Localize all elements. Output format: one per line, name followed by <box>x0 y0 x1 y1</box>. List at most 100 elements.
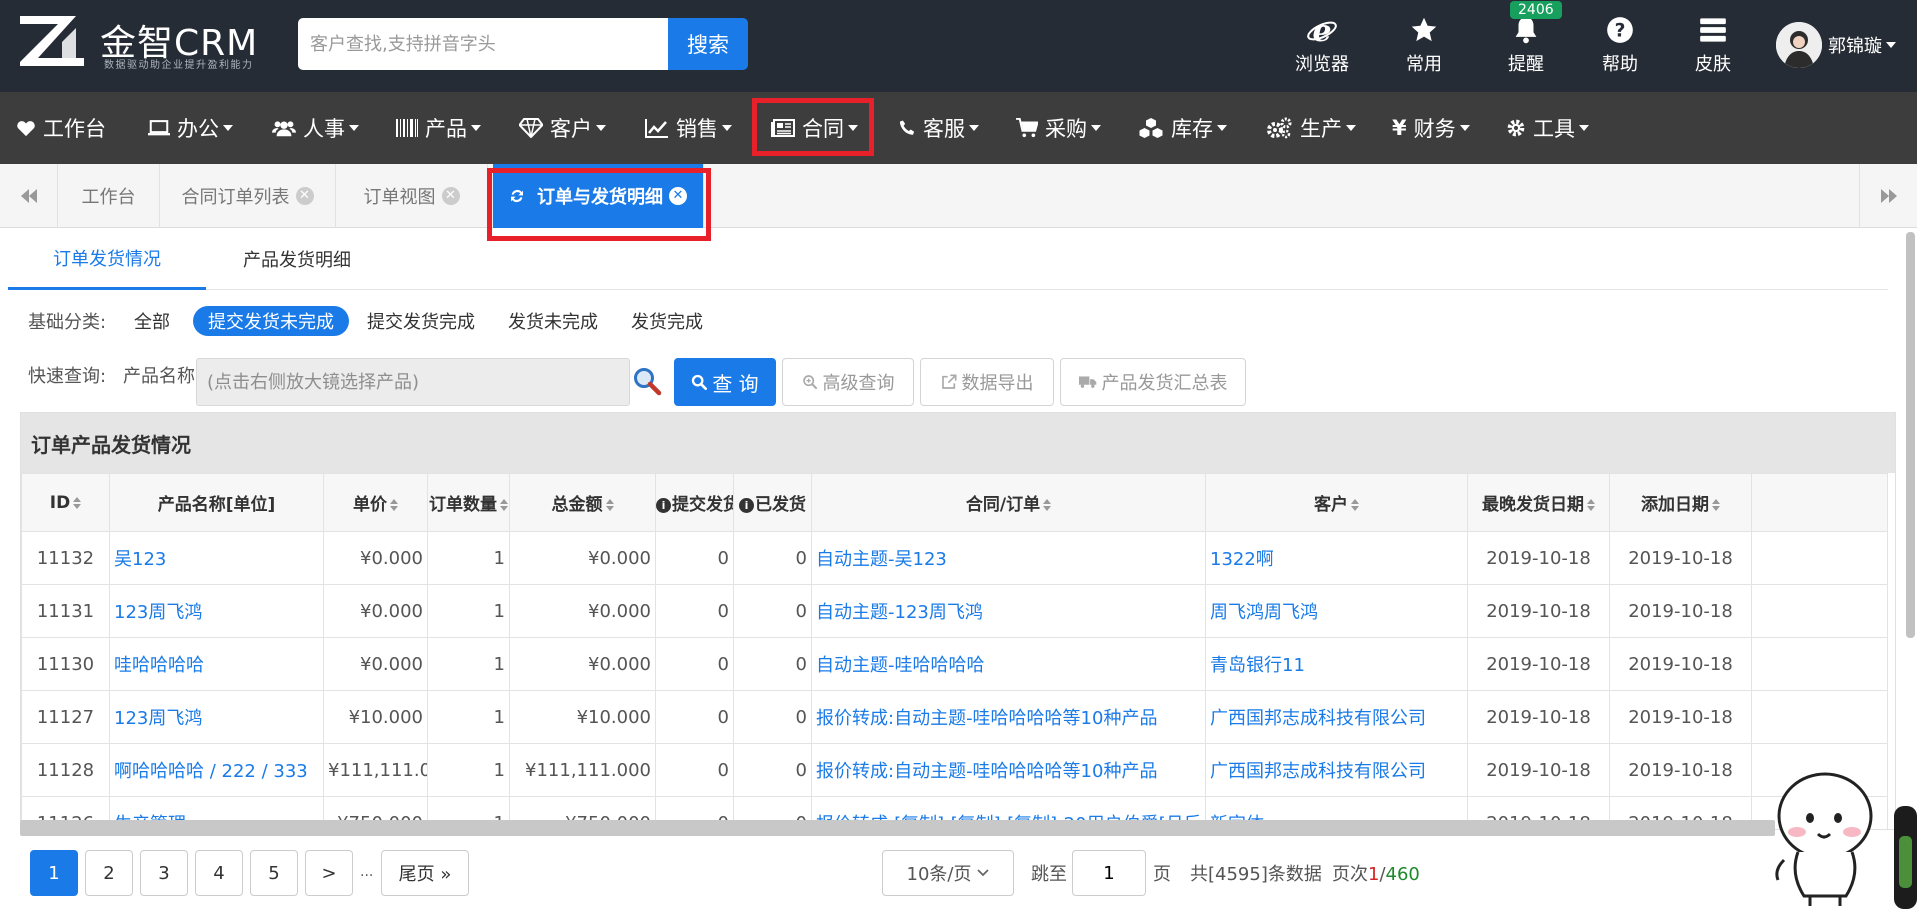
table-row[interactable]: 11132 吴123 ¥0.000 1 ¥0.000 0 0 自动主题-吴123 1322啊 20… <box>21 531 1888 585</box>
cell-customer[interactable]: 1322啊 <box>1205 531 1468 585</box>
shipping-summary-button[interactable]: 产品发货汇总表 <box>1060 358 1246 406</box>
col-header-product[interactable]: 产品名称[单位] <box>109 473 324 532</box>
col-header-price[interactable]: 单价 <box>323 473 428 532</box>
cell-customer[interactable]: 广西国邦志成科技有限公司 <box>1205 690 1468 744</box>
order-shipping-table: ID 产品名称[单位] 单价 订单数量 总金额 i 提交发货 i 已发货 合同/订单… <box>21 473 1888 829</box>
favorites-button[interactable]: 常用 <box>1384 10 1464 82</box>
search-button[interactable]: 搜索 <box>668 18 748 70</box>
cell-qty: 1 <box>427 743 510 797</box>
col-header-total[interactable]: 总金额 <box>509 473 656 532</box>
cell-product[interactable]: 啊哈哈哈哈 / 222 / 333 <box>109 743 324 797</box>
cell-contract[interactable]: 自动主题-哇哈哈哈哈 <box>811 637 1206 691</box>
cell-product[interactable]: 123周飞鸿 <box>109 690 324 744</box>
tab-workbench[interactable]: 工作台 <box>58 164 160 228</box>
nav-item-finance[interactable]: ¥ 财务 <box>1392 92 1470 164</box>
magnifier-search-icon[interactable] <box>632 366 662 396</box>
subtab-order-shipping-status[interactable]: 订单发货情况 <box>8 228 206 290</box>
cell-product[interactable]: 吴123 <box>109 531 324 585</box>
table-row[interactable]: 11130 哇哈哈哈哈 ¥0.000 1 ¥0.000 0 0 自动主题-哇哈哈哈哈 青岛银行1… <box>21 637 1888 691</box>
page-2-button[interactable]: 2 <box>85 850 133 896</box>
col-header-contract[interactable]: 合同/订单 <box>811 473 1206 532</box>
help-button[interactable]: ? 帮助 <box>1580 10 1660 82</box>
users-icon <box>272 119 296 137</box>
advanced-query-button[interactable]: 高级查询 <box>782 358 914 406</box>
skin-button[interactable]: 皮肤 <box>1673 10 1753 82</box>
tabs-scroll-left-button[interactable] <box>0 164 58 228</box>
table-row[interactable]: 11127 123周飞鸿 ¥10.000 1 ¥10.000 0 0 报价转成:自动主题-哇哈… <box>21 690 1888 744</box>
table-row[interactable]: 11131 123周飞鸿 ¥0.000 1 ¥0.000 0 0 自动主题-123周飞鸿 周飞鸿… <box>21 584 1888 638</box>
filter-shipping-complete[interactable]: 发货完成 <box>622 306 712 336</box>
query-button[interactable]: 查 询 <box>674 358 776 406</box>
nav-item-product[interactable]: 产品 <box>396 92 481 164</box>
tabs-scroll-right-button[interactable] <box>1859 164 1917 228</box>
tab-order-view[interactable]: 订单视图 ✕ <box>336 164 488 228</box>
cell-product[interactable]: 哇哈哈哈哈 <box>109 637 324 691</box>
subtab-product-shipping-detail[interactable]: 产品发货明细 <box>206 228 388 290</box>
col-header-customer[interactable]: 客户 <box>1205 473 1468 532</box>
nav-item-production[interactable]: 生产 <box>1267 92 1356 164</box>
nav-item-workbench[interactable]: 工作台 <box>16 92 106 164</box>
jump-page-input[interactable] <box>1072 850 1146 896</box>
col-header-qty[interactable]: 订单数量 <box>427 473 510 532</box>
nav-label: 客服 <box>923 117 965 141</box>
cell-customer[interactable]: 周飞鸿周飞鸿 <box>1205 584 1468 638</box>
cell-contract[interactable]: 报价转成:自动主题-哇哈哈哈哈等10种产品 <box>811 690 1206 744</box>
sort-icon <box>500 499 508 511</box>
col-header-label: 订单数量 <box>429 495 497 515</box>
customer-search-input[interactable] <box>298 18 668 70</box>
nav-item-inventory[interactable]: 库存 <box>1138 92 1227 164</box>
mascot-character-image[interactable] <box>1770 760 1880 908</box>
sort-icon <box>390 499 398 511</box>
nav-label: 办公 <box>177 117 219 141</box>
cell-product[interactable]: 123周飞鸿 <box>109 584 324 638</box>
nav-item-office[interactable]: 办公 <box>148 92 233 164</box>
nav-item-customer[interactable]: 客户 <box>519 92 606 164</box>
nav-item-hr[interactable]: 人事 <box>272 92 359 164</box>
tab-contract-order-list[interactable]: 合同订单列表 ✕ <box>160 164 336 228</box>
user-menu[interactable]: 郭锦璇 <box>1776 20 1896 70</box>
nav-item-purchase[interactable]: 采购 <box>1016 92 1101 164</box>
page-size-select[interactable]: 10条/页 <box>882 850 1014 896</box>
filter-submitted-incomplete[interactable]: 提交发货未完成 <box>193 306 349 336</box>
page-3-button[interactable]: 3 <box>140 850 188 896</box>
table-row[interactable]: 11128啊哈哈哈哈 / 222 / 333¥111,111.0001¥111,… <box>21 743 1888 797</box>
cell-customer[interactable]: 广西国邦志成科技有限公司 <box>1205 743 1468 797</box>
nav-item-service[interactable]: 客服 <box>898 92 979 164</box>
horizontal-scrollbar[interactable] <box>20 820 1775 836</box>
cell-contract[interactable]: 报价转成:自动主题-哇哈哈哈哈等10种产品 <box>811 743 1206 797</box>
col-header-latest-date[interactable]: 最晚发货日期 <box>1467 473 1610 532</box>
info-icon[interactable]: i <box>739 497 754 513</box>
cell-id: 11131 <box>21 584 110 638</box>
product-name-input[interactable] <box>196 358 630 406</box>
page-5-button[interactable]: 5 <box>250 850 298 896</box>
page-size-value: 10条/页 <box>906 864 972 885</box>
filter-submitted-complete[interactable]: 提交发货完成 <box>360 306 482 336</box>
logo[interactable]: 金智CRM 数据驱动助企业提升盈利能力 <box>16 12 296 74</box>
nav-item-sales[interactable]: 销售 <box>645 92 732 164</box>
cell-customer[interactable]: 青岛银行11 <box>1205 637 1468 691</box>
reminder-count-badge: 2406 <box>1510 1 1562 19</box>
filter-all[interactable]: 全部 <box>124 306 180 336</box>
page-4-button[interactable]: 4 <box>195 850 243 896</box>
page-1-button[interactable]: 1 <box>30 850 78 896</box>
reminder-button[interactable]: 2406 提醒 <box>1486 1 1566 82</box>
filter-shipping-incomplete[interactable]: 发货未完成 <box>498 306 608 336</box>
cell-submitted: 0 <box>655 743 734 797</box>
cell-contract[interactable]: 自动主题-123周飞鸿 <box>811 584 1206 638</box>
cell-price: ¥10.000 <box>323 690 428 744</box>
info-icon[interactable]: i <box>656 497 671 513</box>
next-page-button[interactable]: > <box>305 850 353 896</box>
col-header-id[interactable]: ID <box>21 473 110 532</box>
nav-item-tools[interactable]: 工具 <box>1506 92 1589 164</box>
last-page-button[interactable]: 尾页 » <box>381 850 469 896</box>
cell-contract[interactable]: 自动主题-吴123 <box>811 531 1206 585</box>
cog-icon <box>1506 118 1526 138</box>
cell-qty: 1 <box>427 690 510 744</box>
vertical-scrollbar[interactable] <box>1906 232 1915 638</box>
export-button[interactable]: 数据导出 <box>920 358 1054 406</box>
browser-button[interactable]: e 浏览器 <box>1282 10 1362 82</box>
close-tab-icon[interactable]: ✕ <box>295 187 314 205</box>
col-header-add-date[interactable]: 添加日期 <box>1609 473 1752 532</box>
side-widget[interactable] <box>1890 806 1917 909</box>
close-tab-icon[interactable]: ✕ <box>441 187 460 205</box>
